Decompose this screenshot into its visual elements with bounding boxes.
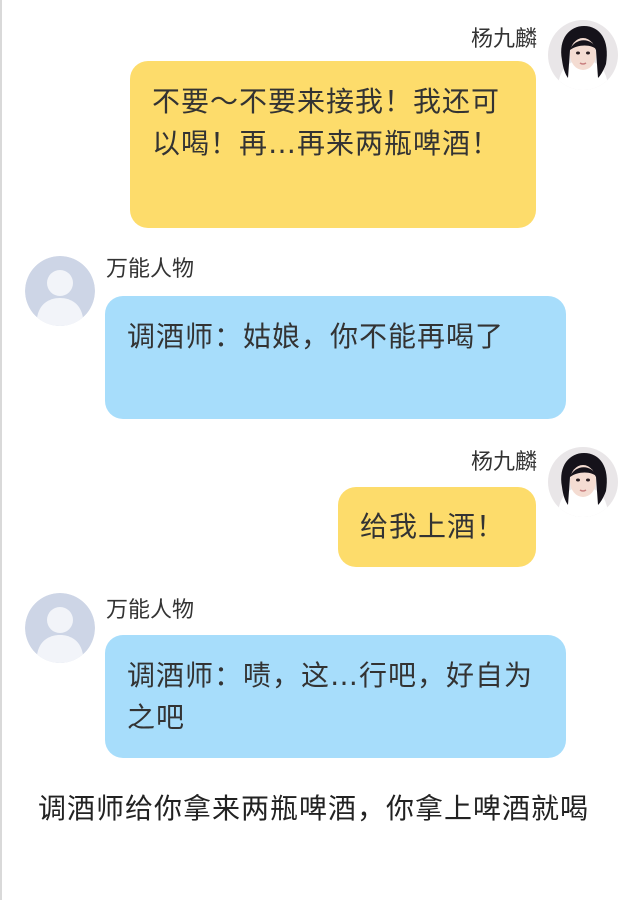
sender-name: 万能人物 <box>106 598 195 623</box>
bot-message-bubble: 调酒师：姑娘，你不能再喝了 <box>105 296 566 419</box>
sender-name: 杨九麟 <box>470 27 537 52</box>
user-avatar[interactable] <box>548 447 618 517</box>
bot-message-bubble: 调酒师：啧，这…行吧，好自为之吧 <box>105 635 566 758</box>
default-person-avatar-icon[interactable] <box>25 593 95 663</box>
user-message-bubble: 给我上酒！ <box>338 487 536 567</box>
left-edge-divider <box>0 0 2 900</box>
user-message-bubble: 不要～不要来接我！我还可以喝！再…再来两瓶啤酒！ <box>130 61 536 228</box>
sender-name: 万能人物 <box>106 257 195 282</box>
narration-text: 调酒师给你拿来两瓶啤酒，你拿上啤酒就喝 <box>38 792 590 825</box>
default-person-avatar-icon[interactable] <box>25 256 95 326</box>
user-avatar[interactable] <box>548 20 618 90</box>
sender-name: 杨九麟 <box>470 450 537 475</box>
